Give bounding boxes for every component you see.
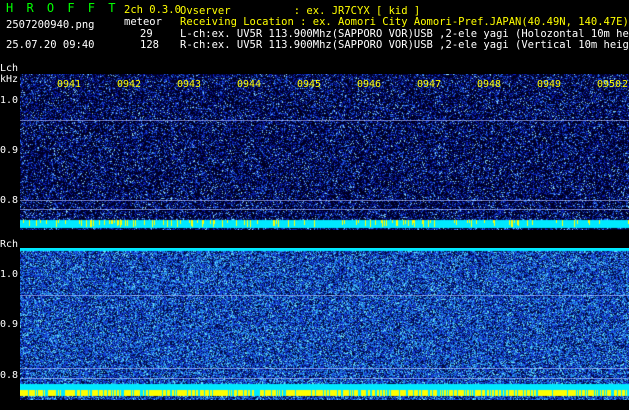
time-tick-label: 0942 (117, 79, 142, 90)
time-tick-label: 0949 (537, 79, 562, 90)
lch-gridline-upper (20, 120, 629, 121)
datetime: 25.07.20 09:40 (6, 39, 95, 51)
time-tick-label: 2 (622, 79, 629, 90)
time-tick-label: 0941 (57, 79, 82, 90)
time-tick-label: 0943 (177, 79, 202, 90)
filename: 2507200940.png (6, 19, 95, 31)
location-line: Receiving Location : ex. Aomori City Aom… (180, 16, 629, 28)
lch-unit-label: kHz (0, 74, 19, 85)
meteor-count-rch: 128 (140, 39, 159, 51)
lch-gridline-lower (20, 209, 629, 210)
meteor-label: meteor (124, 16, 162, 28)
rch-gridline-lower (20, 368, 629, 369)
time-tick-label: 0948 (477, 79, 502, 90)
time-tick-label: 0945 (297, 79, 322, 90)
time-tick-label: 0944 (237, 79, 262, 90)
time-tick-label: 0946 (357, 79, 382, 90)
lch-panel-title: Lch (0, 63, 19, 74)
rch-tick-0-8: 0.8 (0, 370, 19, 381)
app-brand: H R O F F T (6, 1, 119, 15)
rch-panel-title: Rch (0, 239, 19, 250)
rch-info-line: R-ch:ex. UV5R 113.900Mhz(SAPPORO VOR)USB… (180, 39, 629, 51)
rch-gridline-upper (20, 295, 629, 296)
rch-tick-0-9: 0.9 (0, 319, 19, 330)
time-tick-label: 0947 (417, 79, 442, 90)
lch-spectrogram (20, 74, 629, 230)
rch-tick-1-0: 1.0 (0, 269, 19, 280)
lch-tick-0-8: 0.8 (0, 195, 19, 206)
lch-tick-1-0: 1.0 (0, 95, 19, 106)
time-tick-label: 0950 (597, 79, 622, 90)
lch-gridline-mid (20, 200, 629, 201)
channel-mode: 2ch 0.3.0 (124, 4, 181, 16)
lch-tick-0-9: 0.9 (0, 145, 19, 156)
rch-gridline-bottom (20, 378, 629, 379)
